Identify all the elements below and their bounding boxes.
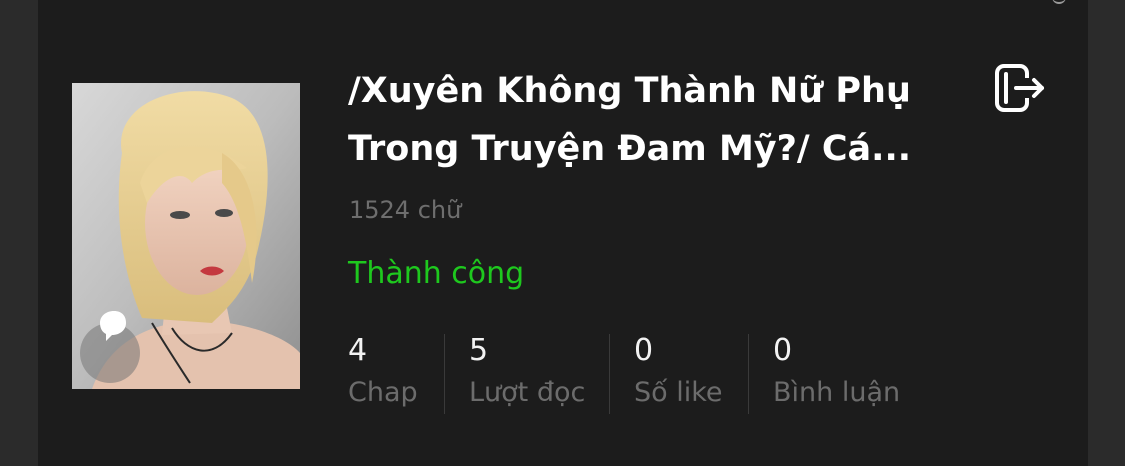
stat-comments: 0 Bình luận	[749, 332, 900, 416]
stat-chapters: 4 Chap	[348, 332, 444, 416]
stat-label: Lượt đọc	[469, 377, 586, 408]
stat-label: Chap	[348, 377, 418, 408]
cover-portrait-illustration	[72, 83, 300, 389]
screen: /Xuyên Không Thành Nữ Phụ Trong Truyện Đ…	[0, 0, 1125, 466]
story-card[interactable]: /Xuyên Không Thành Nữ Phụ Trong Truyện Đ…	[38, 0, 1088, 466]
stat-label: Bình luận	[773, 377, 901, 408]
stat-value: 0	[773, 333, 793, 368]
story-cover-image[interactable]	[72, 83, 300, 389]
story-title[interactable]: /Xuyên Không Thành Nữ Phụ Trong Truyện Đ…	[348, 62, 938, 178]
stat-label: Số like	[634, 377, 723, 408]
stat-likes: 0 Số like	[610, 332, 748, 416]
stat-value: 0	[634, 333, 654, 368]
status-text: Thành công	[348, 256, 525, 291]
stat-value: 5	[469, 333, 489, 368]
previous-item-edge	[1052, 0, 1066, 4]
word-count: 1524 chữ	[349, 196, 462, 224]
exit-icon[interactable]	[992, 60, 1048, 116]
stat-reads: 5 Lượt đọc	[445, 332, 609, 416]
stats-row: 4 Chap 5 Lượt đọc 0 Số like 0 Bình luận	[348, 332, 900, 416]
stat-value: 4	[348, 333, 368, 368]
